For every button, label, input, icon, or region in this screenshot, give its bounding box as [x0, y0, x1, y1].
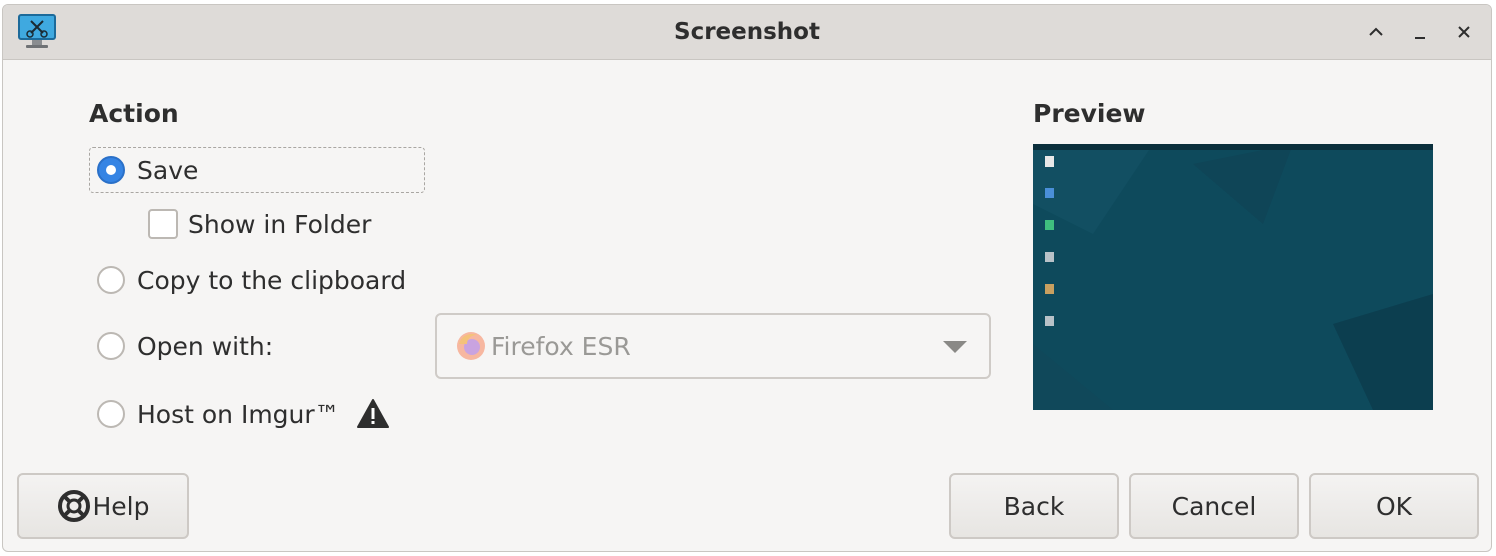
preview-heading: Preview	[1033, 99, 1146, 128]
screenshot-dialog: Screenshot Action Save Show in Folder Co…	[2, 4, 1492, 552]
firefox-icon	[457, 332, 485, 360]
titlebar[interactable]: Screenshot	[3, 5, 1491, 60]
warning-icon[interactable]	[356, 398, 390, 430]
copy-clipboard-label: Copy to the clipboard	[137, 265, 407, 295]
close-button[interactable]	[1451, 19, 1477, 45]
cancel-button[interactable]: Cancel	[1129, 473, 1299, 539]
host-imgur-radio[interactable]	[97, 400, 125, 428]
ok-label: OK	[1375, 491, 1413, 521]
action-heading: Action	[89, 99, 179, 128]
open-with-app-value: Firefox ESR	[491, 331, 631, 361]
save-label: Save	[137, 155, 199, 185]
ok-button[interactable]: OK	[1309, 473, 1479, 539]
host-imgur-option[interactable]: Host on Imgur™	[97, 395, 390, 433]
window-title: Screenshot	[674, 19, 820, 45]
open-with-option[interactable]: Open with:	[97, 327, 273, 365]
open-with-app-select[interactable]: Firefox ESR	[435, 313, 991, 379]
lifebuoy-icon	[57, 490, 90, 522]
help-button[interactable]: Help	[17, 473, 189, 539]
back-label: Back	[1003, 491, 1065, 521]
chevron-up-icon	[1369, 27, 1383, 36]
minimize-button[interactable]	[1407, 19, 1433, 45]
host-imgur-label: Host on Imgur™	[137, 399, 340, 429]
close-icon	[1458, 26, 1470, 38]
preview-desktop-image	[1033, 144, 1433, 410]
maximize-button[interactable]	[1363, 19, 1389, 45]
show-in-folder-checkbox[interactable]	[148, 209, 178, 239]
show-in-folder-label: Show in Folder	[188, 209, 372, 239]
cancel-label: Cancel	[1171, 491, 1257, 521]
show-in-folder-option[interactable]: Show in Folder	[148, 205, 371, 243]
save-radio[interactable]	[97, 156, 125, 184]
save-option[interactable]: Save	[97, 151, 198, 189]
back-button[interactable]: Back	[949, 473, 1119, 539]
help-label: Help	[92, 491, 150, 521]
copy-clipboard-radio[interactable]	[97, 266, 125, 294]
preview-thumbnail	[1033, 144, 1433, 410]
minimize-icon	[1415, 37, 1425, 39]
open-with-label: Open with:	[137, 331, 274, 361]
chevron-down-icon	[943, 341, 967, 353]
open-with-radio[interactable]	[97, 332, 125, 360]
copy-clipboard-option[interactable]: Copy to the clipboard	[97, 261, 406, 299]
